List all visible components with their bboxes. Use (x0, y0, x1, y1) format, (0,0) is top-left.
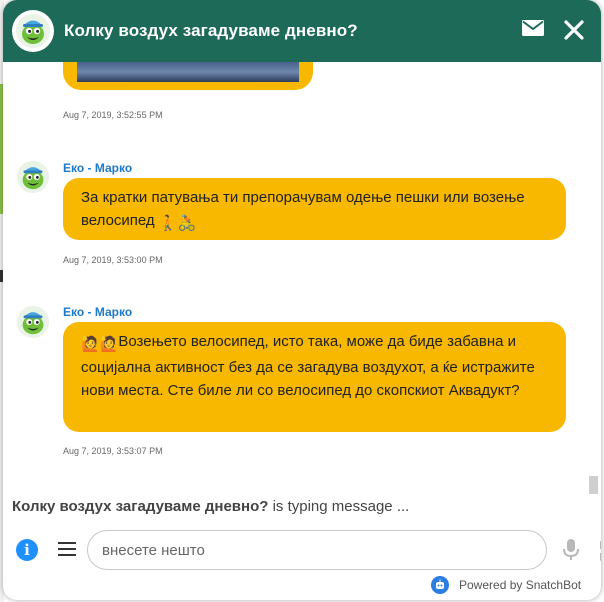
message-text: Возењето велосипед, исто така, може да б… (81, 333, 535, 399)
message-list-scrollbar[interactable] (589, 476, 598, 494)
typing-suffix: is typing message ... (268, 498, 410, 515)
menu-icon (58, 542, 76, 544)
bot-avatar (12, 10, 54, 52)
bot-avatar-icon (16, 14, 50, 48)
bot-avatar-icon (16, 305, 50, 339)
message-bubble[interactable]: За кратки патувања ти препорачувам одење… (63, 178, 566, 240)
chat-widget: Колку воздух загадуваме дневно? Aug 7, 2… (3, 0, 601, 600)
mail-button[interactable] (522, 20, 544, 41)
chat-title: Колку воздух загадуваме дневно? (64, 21, 358, 40)
chat-header: Колку воздух загадуваме дневно? (3, 0, 601, 62)
walking-cycling-emoji: 🚶🚴 (158, 215, 197, 232)
raising-hand-emoji: 🙋🙋 (81, 336, 119, 353)
message-image[interactable] (77, 62, 299, 82)
close-icon (564, 20, 584, 40)
powered-by-text: Powered by SnatchBot (459, 578, 582, 592)
sender-name: Еко - Марко (63, 161, 133, 175)
message-bubble[interactable]: 🙋🙋Возењето велосипед, исто така, може да… (63, 322, 566, 432)
message-composer: i (3, 530, 601, 570)
mail-icon (522, 20, 544, 36)
message-timestamp: Aug 7, 2019, 3:53:00 PM (63, 255, 163, 265)
sender-name: Еко - Марко (63, 305, 133, 319)
send-icon (600, 541, 601, 561)
info-icon: i (24, 541, 30, 559)
message-input-box (87, 530, 601, 570)
info-button[interactable]: i (16, 539, 38, 561)
message-text: За кратки патувања ти препорачувам одење… (81, 189, 525, 229)
message-timestamp: Aug 7, 2019, 3:52:55 PM (63, 110, 163, 120)
microphone-icon (563, 539, 579, 560)
powered-by-footer[interactable]: Powered by SnatchBot (431, 576, 581, 594)
typing-bot-name: Колку воздух загадуваме дневно? (12, 498, 269, 515)
send-button[interactable] (600, 541, 601, 566)
message-list: Aug 7, 2019, 3:52:55 PM Еко - Марко За к… (3, 62, 601, 494)
message-input[interactable] (102, 539, 502, 561)
microphone-button[interactable] (563, 539, 579, 566)
typing-indicator: Колку воздух загадуваме дневно? is typin… (12, 498, 409, 515)
menu-button[interactable] (58, 542, 76, 558)
message-timestamp: Aug 7, 2019, 3:53:07 PM (63, 446, 163, 456)
snatchbot-logo-icon (431, 576, 449, 594)
close-button[interactable] (563, 19, 585, 46)
bot-avatar-icon (16, 160, 50, 194)
image-message-bubble[interactable] (63, 62, 313, 90)
